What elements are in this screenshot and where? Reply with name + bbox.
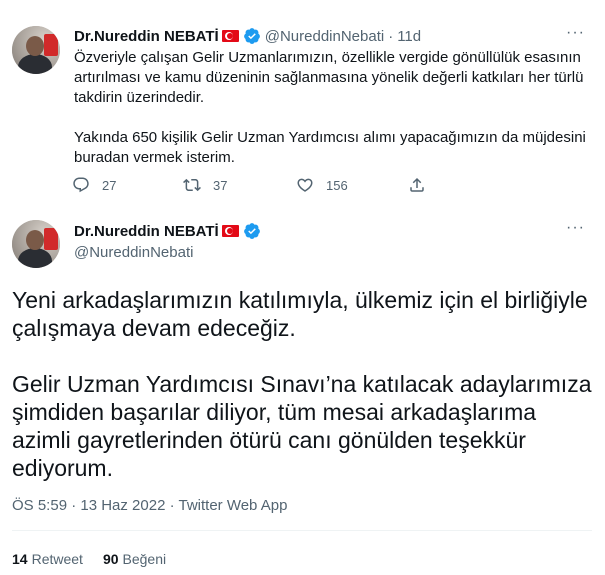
tweet-meta[interactable]: ÖS 5:59 · 13 Haz 2022 · Twitter Web App: [12, 497, 287, 514]
heart-icon: [297, 178, 313, 192]
retweets-count: 14: [12, 551, 28, 567]
retweet-icon: [183, 178, 201, 192]
tweet-header: Dr.Nureddin NEBATİ: [74, 222, 261, 240]
tweet-reply[interactable]: Dr.Nureddin NEBATİ @NureddinNebati · 11d…: [0, 0, 605, 210]
share-button[interactable]: [408, 176, 426, 194]
like-count: 156: [326, 177, 348, 193]
likes-stat[interactable]: 90 Beğeni: [103, 551, 166, 567]
tweet-actions: 27 37 156: [72, 176, 512, 198]
avatar[interactable]: [12, 220, 60, 268]
author-handle[interactable]: @NureddinNebati: [265, 28, 384, 45]
separator: ·: [388, 27, 394, 45]
reply-icon: [73, 177, 89, 193]
tweet-stats: 14 Retweet 90 Beğeni: [12, 551, 186, 567]
turkish-flag-icon: [221, 225, 239, 237]
retweet-button[interactable]: 37: [183, 176, 227, 194]
tweet-header: Dr.Nureddin NEBATİ @NureddinNebati · 11d: [74, 27, 421, 45]
tweet-text-para: Gelir Uzman Yardımcısı Sınavı’na katılac…: [12, 371, 592, 481]
retweet-count: 37: [213, 177, 228, 193]
tweet-text: Özveriyle çalışan Gelir Uzmanlarımızın, …: [74, 48, 589, 168]
likes-count: 90: [102, 551, 119, 567]
verified-badge-icon: [243, 223, 260, 239]
avatar[interactable]: [12, 26, 60, 74]
turkish-flag-icon: [221, 30, 239, 42]
more-options-button[interactable]: ···: [566, 24, 585, 42]
divider: [12, 530, 592, 531]
tweet-text-para: Yakında 650 kişilik Gelir Uzman Yardımcı…: [74, 129, 586, 166]
tweet-time[interactable]: 11d: [397, 28, 421, 45]
reply-count: 27: [102, 177, 117, 193]
likes-label: Beğeni: [122, 551, 167, 567]
verified-badge-icon: [243, 28, 260, 44]
more-options-button[interactable]: ···: [566, 219, 585, 237]
author-name[interactable]: Dr.Nureddin NEBATİ: [74, 223, 219, 240]
tweet-text: Yeni arkadaşlarımızın katılımıyla, ülkem…: [12, 286, 592, 482]
like-button[interactable]: 156: [296, 176, 348, 194]
author-handle[interactable]: @NureddinNebati: [74, 244, 193, 261]
tweet-text-para: Özveriyle çalışan Gelir Uzmanlarımızın, …: [74, 49, 584, 106]
retweets-label: Retweet: [31, 551, 83, 567]
author-name[interactable]: Dr.Nureddin NEBATİ: [74, 28, 219, 45]
share-icon: [410, 177, 424, 192]
tweet-text-para: Yeni arkadaşlarımızın katılımıyla, ülkem…: [12, 287, 588, 341]
retweets-stat[interactable]: 14 Retweet: [12, 551, 83, 567]
reply-button[interactable]: 27: [72, 176, 116, 194]
